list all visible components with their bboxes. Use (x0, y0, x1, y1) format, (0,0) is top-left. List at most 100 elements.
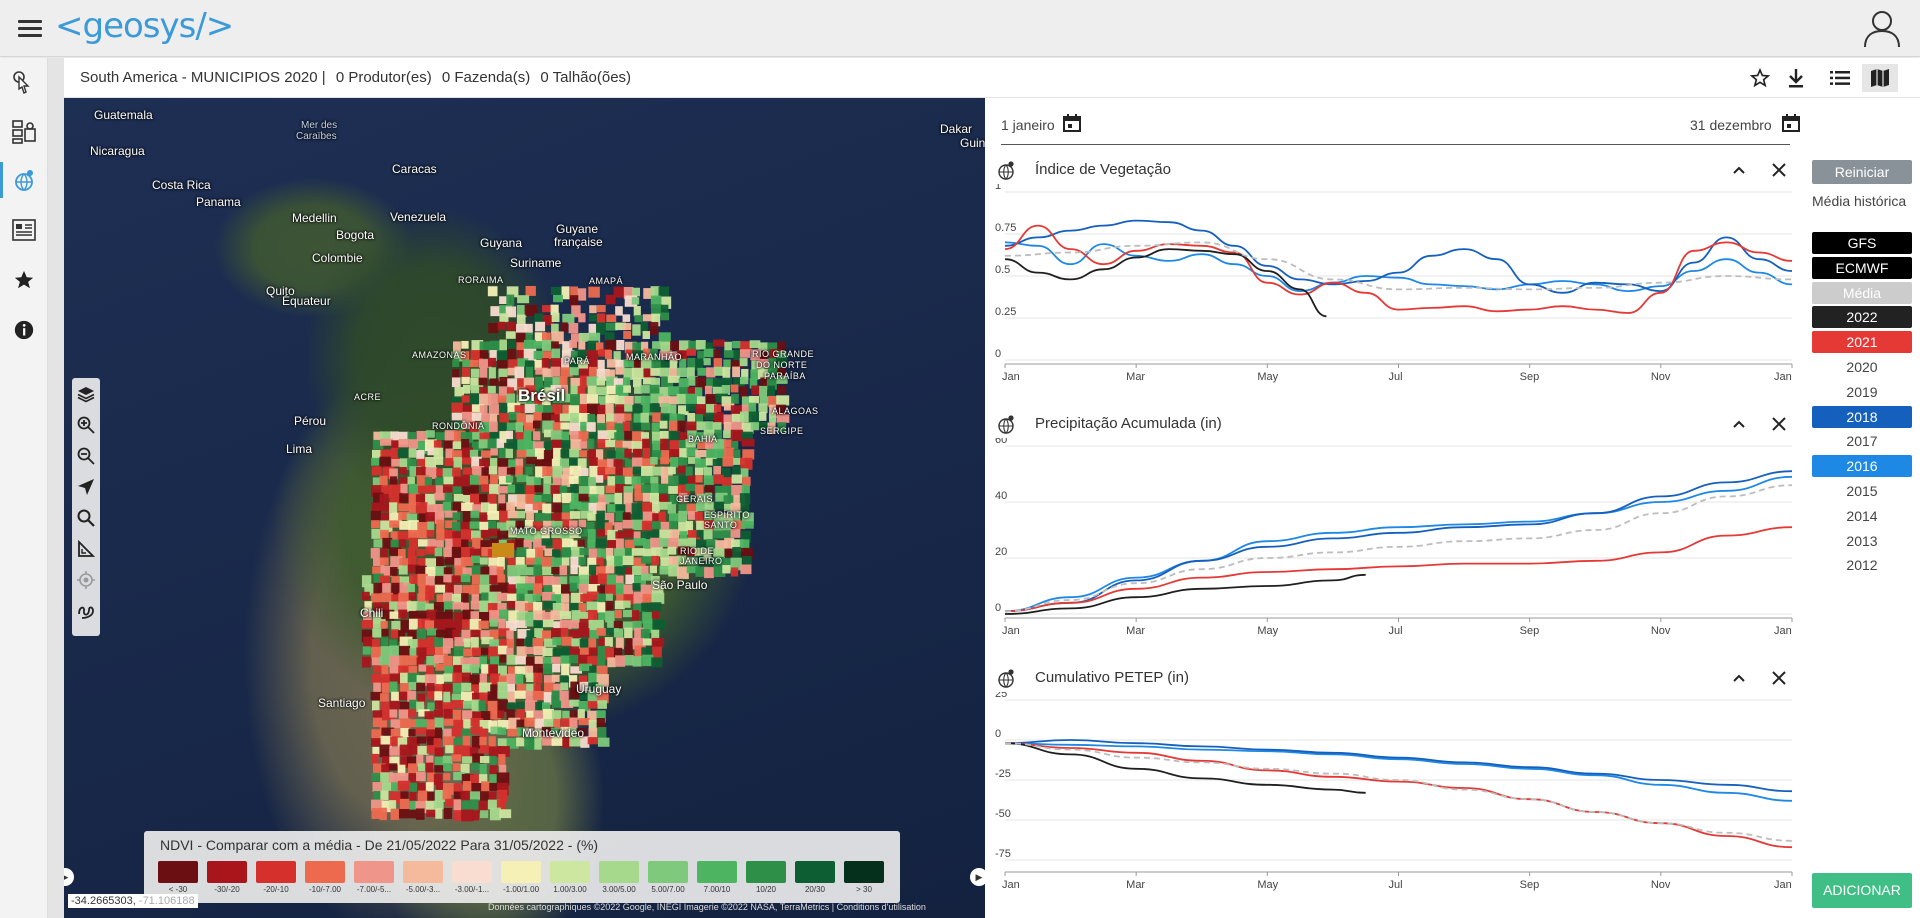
collapse-chevron-icon[interactable] (1730, 669, 1748, 687)
series-toggle-2012[interactable]: 2012 (1812, 554, 1912, 576)
search-icon[interactable] (76, 508, 96, 528)
map-label: JANEIRO (680, 556, 723, 566)
map-label: PARAÍBA (764, 371, 806, 381)
chart-header: Cumulativo PETEP (in) (997, 666, 1797, 690)
list-view-icon[interactable] (1822, 64, 1858, 92)
report-icon[interactable] (8, 214, 40, 246)
series-toggle-gfs[interactable]: GFS (1812, 232, 1912, 254)
farms-count[interactable]: 0 Fazenda(s) (442, 69, 530, 86)
series-toggle-2013[interactable]: 2013 (1812, 530, 1912, 552)
download-icon[interactable] (1782, 64, 1810, 92)
x-tick-label: Jan (1774, 879, 1792, 891)
series-line-2021 (1004, 224, 1793, 314)
map-label: GERAIS (676, 494, 714, 504)
legend-label: -5.00/-3... (405, 885, 441, 894)
star-outline-icon[interactable] (1746, 64, 1774, 92)
date-start[interactable]: 1 janeiro (1001, 117, 1055, 133)
series-toggle-2014[interactable]: 2014 (1812, 505, 1912, 527)
calendar-end-icon[interactable] (1782, 114, 1800, 132)
x-tick-label: Jan (1002, 879, 1020, 891)
map-label: Lima (286, 442, 313, 456)
calendar-start-icon[interactable] (1063, 114, 1081, 132)
layers-icon[interactable] (76, 384, 96, 404)
map-label: Chili (360, 606, 384, 620)
chart-header: Precipitação Acumulada (in) (997, 412, 1797, 436)
add-button[interactable]: ADICIONAR (1812, 873, 1912, 908)
user-avatar-icon[interactable] (1862, 8, 1902, 48)
favorites-star-icon[interactable] (8, 264, 40, 296)
series-toggle-2021[interactable]: 2021 (1812, 331, 1912, 354)
close-chart-icon[interactable] (1770, 669, 1788, 687)
date-end[interactable]: 31 dezembro (1690, 117, 1772, 133)
legend-item: -7.00/-5... (354, 861, 394, 897)
touch-select-icon[interactable] (8, 66, 40, 98)
globe-weather-icon[interactable] (8, 164, 40, 196)
map-label: RORAIMA (458, 275, 504, 285)
legend-label: -20/-10 (263, 885, 289, 894)
map-view-icon[interactable] (1862, 64, 1898, 92)
top-bar: <geosys/> (0, 0, 1920, 57)
coordinate-lng: -71.106188 (138, 895, 195, 907)
legend-swatch (550, 861, 590, 883)
map-label: PARÁ (564, 356, 590, 366)
measure-icon[interactable] (76, 539, 96, 559)
sidebar-gutter (48, 58, 64, 918)
map-label: Nicaragua (90, 144, 145, 158)
legend-item: 5.00/7.00 (648, 861, 688, 897)
app-logo[interactable]: <geosys/> (55, 6, 234, 50)
legend-swatch (256, 861, 296, 883)
chart-1: 6040200Jan Mar May Jul Sep Nov Jan (995, 438, 1793, 637)
date-range-slider[interactable] (1001, 144, 1790, 145)
coordinate-lat: -34.2665303, (71, 895, 136, 907)
reset-button[interactable]: Reiniciar (1812, 160, 1912, 184)
legend-item: -1.00/1.00 (501, 861, 541, 897)
y-tick-label: 0 (995, 728, 1001, 740)
map-label: française (554, 235, 603, 249)
y-tick-label: 0.25 (995, 306, 1016, 318)
draw-freehand-icon[interactable] (76, 601, 96, 621)
legend-label: 20/30 (804, 885, 826, 894)
info-icon[interactable] (8, 314, 40, 346)
legend-swatch (354, 861, 394, 883)
expand-right-icon[interactable]: ▶ (970, 868, 985, 886)
zoom-in-icon[interactable] (76, 415, 96, 435)
locate-icon[interactable] (76, 570, 96, 590)
legend-swatch (452, 861, 492, 883)
legend-swatch (207, 861, 247, 883)
close-chart-icon[interactable] (1770, 415, 1788, 433)
legend-label: 1.00/3.00 (553, 885, 587, 894)
navigate-arrow-icon[interactable] (76, 477, 96, 497)
series-toggle-2020[interactable]: 2020 (1812, 356, 1912, 378)
fields-count[interactable]: 0 Talhão(ões) (540, 69, 631, 86)
zoom-out-icon[interactable] (76, 446, 96, 466)
close-chart-icon[interactable] (1770, 161, 1788, 179)
y-tick-label: 1 (995, 184, 1001, 192)
breadcrumb: South America - MUNICIPIOS 2020 | 0 Prod… (80, 69, 637, 86)
collapse-chevron-icon[interactable] (1730, 415, 1748, 433)
x-tick-label: Nov (1651, 625, 1671, 637)
series-toggle-2022[interactable]: 2022 (1812, 306, 1912, 329)
series-line-2018 (1004, 739, 1793, 793)
map-label: Mer des (301, 120, 338, 131)
map-label: Panama (196, 195, 241, 209)
collapse-chevron-icon[interactable] (1730, 161, 1748, 179)
producers-count[interactable]: 0 Produtor(es) (336, 69, 432, 86)
series-toggle-ecmwf[interactable]: ECMWF (1812, 256, 1912, 279)
y-tick-label: 0 (995, 602, 1001, 614)
series-line-2022 (1004, 742, 1366, 794)
map-view[interactable]: Guatemala Nicaragua Costa Rica Panama Mer de… (64, 98, 985, 918)
series-toggle-2016[interactable]: 2016 (1812, 455, 1912, 478)
dashboard-map-icon[interactable] (8, 116, 40, 148)
series-toggle-2019[interactable]: 2019 (1812, 381, 1912, 403)
left-sidebar (0, 58, 48, 918)
map-label: Uruguay (576, 682, 622, 696)
active-indicator (0, 162, 3, 198)
series-toggle-2018[interactable]: 2018 (1812, 405, 1912, 428)
map-label: Guatemala (94, 108, 153, 122)
globe-weather-icon (998, 161, 1014, 180)
series-toggle-2017[interactable]: 2017 (1812, 430, 1912, 452)
y-tick-label: 25 (995, 692, 1007, 700)
series-toggle-mdia[interactable]: Média (1812, 281, 1912, 304)
series-toggle-2015[interactable]: 2015 (1812, 480, 1912, 502)
menu-icon[interactable] (18, 20, 42, 38)
